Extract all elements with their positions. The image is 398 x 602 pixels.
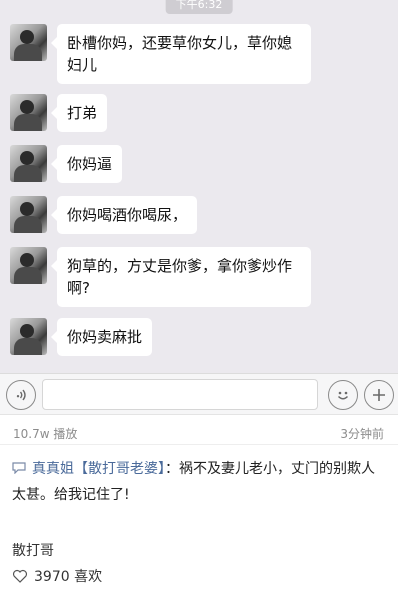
status-time: 下午6:32 bbox=[165, 0, 233, 14]
plus-icon bbox=[373, 389, 385, 401]
play-count: 10.7w 播放 bbox=[13, 427, 78, 441]
avatar[interactable] bbox=[10, 145, 47, 182]
post-meta: 10.7w 播放 3分钟前 bbox=[0, 415, 398, 445]
like-button[interactable]: 3970 喜欢 bbox=[12, 566, 102, 586]
avatar[interactable] bbox=[10, 318, 47, 355]
emoji-button[interactable] bbox=[328, 380, 358, 410]
message-bubble[interactable]: 你妈逼 bbox=[50, 145, 123, 183]
message-row: 卧槽你妈，还要草你女儿，草你媳妇儿 bbox=[10, 24, 311, 84]
avatar[interactable] bbox=[10, 196, 47, 233]
message-bubble[interactable]: 狗草的，方丈是你爹，拿你爹炒作啊? bbox=[51, 247, 311, 307]
message-row: 你妈卖麻批 bbox=[10, 318, 153, 356]
poster-name[interactable]: 散打哥 bbox=[12, 540, 54, 560]
message-bubble[interactable]: 卧槽你妈，还要草你女儿，草你媳妇儿 bbox=[51, 24, 311, 84]
message-bubble[interactable]: 你妈喝酒你喝尿， bbox=[50, 196, 198, 234]
avatar[interactable] bbox=[10, 94, 47, 131]
voice-button[interactable] bbox=[6, 380, 36, 410]
message-row: 打弟 bbox=[10, 94, 108, 132]
post-time: 3分钟前 bbox=[340, 427, 384, 441]
emoji-icon bbox=[337, 391, 349, 400]
like-count: 3970 喜欢 bbox=[34, 569, 103, 585]
avatar[interactable] bbox=[10, 247, 47, 284]
voice-icon bbox=[16, 389, 26, 401]
message-bubble[interactable]: 打弟 bbox=[50, 94, 108, 132]
comment-icon bbox=[12, 462, 26, 474]
message-input[interactable] bbox=[42, 379, 318, 410]
comment-author[interactable]: 真真姐【散打哥老婆】 bbox=[32, 461, 165, 477]
comment: 真真姐【散打哥老婆】：祸不及妻儿老小，丈门的别欺人太甚。给我记住了! bbox=[12, 456, 384, 508]
plus-button[interactable] bbox=[364, 380, 394, 410]
message-row: 你妈喝酒你喝尿， bbox=[10, 196, 198, 234]
message-bubble[interactable]: 你妈卖麻批 bbox=[50, 318, 153, 356]
chat-area: 下午6:32 卧槽你妈，还要草你女儿，草你媳妇儿 打弟 你妈逼 你妈喝酒你喝尿，… bbox=[0, 0, 398, 373]
comment-separator: ： bbox=[165, 461, 179, 477]
message-row: 狗草的，方丈是你爹，拿你爹炒作啊? bbox=[10, 247, 311, 307]
message-row: 你妈逼 bbox=[10, 145, 123, 183]
avatar[interactable] bbox=[10, 24, 47, 61]
chat-input-bar bbox=[0, 373, 398, 415]
heart-icon bbox=[12, 569, 28, 583]
